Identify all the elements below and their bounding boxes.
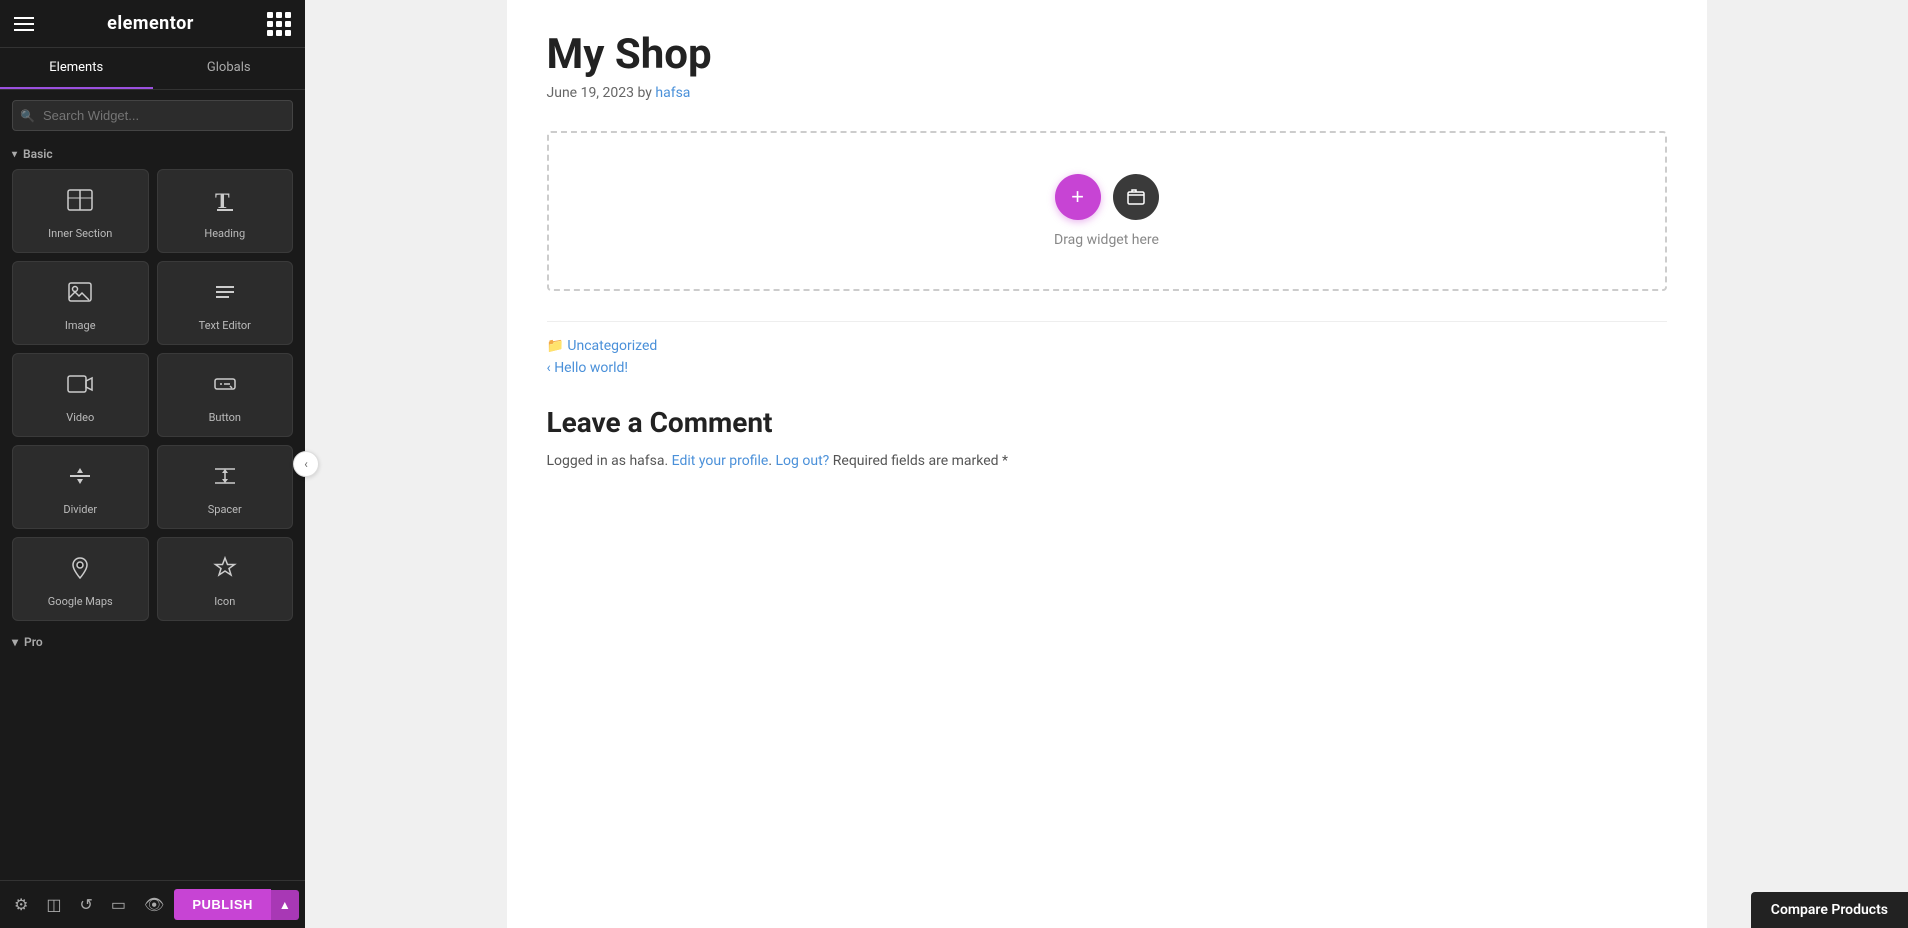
pro-section-arrow-icon: ▾ xyxy=(12,635,18,649)
post-category: 📁 Uncategorized xyxy=(547,338,1667,354)
widget-spacer-label: Spacer xyxy=(208,503,242,516)
inner-section-icon xyxy=(66,186,94,219)
add-template-button[interactable] xyxy=(1113,174,1159,220)
panel-collapse-handle[interactable]: ‹ xyxy=(293,451,319,477)
tab-elements[interactable]: Elements xyxy=(0,48,153,89)
image-icon xyxy=(66,278,94,311)
elementor-panel: elementor Elements Globals ▾ Basic xyxy=(0,0,305,928)
widget-divider[interactable]: Divider xyxy=(12,445,149,529)
widget-image-label: Image xyxy=(65,319,96,332)
edit-profile-link[interactable]: Edit your profile xyxy=(672,453,769,469)
responsive-icon[interactable]: ▭ xyxy=(107,891,130,918)
widget-button[interactable]: Button xyxy=(157,353,294,437)
widget-google-maps[interactable]: Google Maps xyxy=(12,537,149,621)
drop-zone[interactable]: + Drag widget here xyxy=(547,131,1667,291)
comments-section: Leave a Comment Logged in as hafsa. Edit… xyxy=(547,406,1667,469)
drop-hint-text: Drag widget here xyxy=(1054,232,1159,248)
logout-link[interactable]: Log out? xyxy=(776,453,830,469)
prev-post-link[interactable]: Hello world! xyxy=(547,360,629,376)
panel-tabs: Elements Globals xyxy=(0,48,305,90)
compare-products-bar[interactable]: Compare Products xyxy=(1751,892,1908,928)
category-link[interactable]: Uncategorized xyxy=(567,338,657,354)
preview-icon[interactable]: 👁 xyxy=(140,891,168,918)
publish-button[interactable]: PUBLISH xyxy=(174,889,271,920)
widget-divider-label: Divider xyxy=(63,503,97,516)
grid-icon[interactable] xyxy=(267,12,291,36)
post-title: My Shop xyxy=(547,30,1667,79)
widget-icon[interactable]: Icon xyxy=(157,537,294,621)
section-arrow-icon: ▾ xyxy=(12,149,17,160)
divider-icon xyxy=(66,462,94,495)
panel-bottom-bar: ⚙ ◫ ↺ ▭ 👁 PUBLISH ▲ xyxy=(0,880,305,928)
drop-zone-buttons: + xyxy=(1055,174,1159,220)
icon-widget-icon xyxy=(211,554,239,587)
bottom-icons: ⚙ ◫ ↺ ▭ 👁 xyxy=(10,891,168,918)
settings-icon[interactable]: ⚙ xyxy=(10,891,32,918)
widget-google-maps-label: Google Maps xyxy=(48,595,113,608)
post-author-link[interactable]: hafsa xyxy=(655,85,690,101)
heading-icon: T xyxy=(211,186,239,219)
post-meta: June 19, 2023 by hafsa xyxy=(547,85,1667,101)
search-area xyxy=(0,90,305,141)
post-date: June 19, 2023 by xyxy=(547,85,652,101)
add-widget-button[interactable]: + xyxy=(1055,174,1101,220)
widget-text-editor[interactable]: Text Editor xyxy=(157,261,294,345)
widget-button-label: Button xyxy=(209,411,241,424)
text-editor-icon xyxy=(211,278,239,311)
widget-inner-section[interactable]: Inner Section xyxy=(12,169,149,253)
widget-grid: Inner Section T Heading Image xyxy=(0,169,305,629)
pro-section-label: ▾ Pro xyxy=(0,629,305,653)
panel-topbar: elementor xyxy=(0,0,305,48)
widget-video-label: Video xyxy=(66,411,94,424)
publish-chevron-button[interactable]: ▲ xyxy=(271,890,299,920)
basic-section-label: ▾ Basic xyxy=(0,141,305,169)
widget-text-editor-label: Text Editor xyxy=(199,319,251,332)
hamburger-icon[interactable] xyxy=(14,17,34,31)
layers-icon[interactable]: ◫ xyxy=(42,891,65,918)
button-icon xyxy=(211,370,239,403)
widget-icon-label: Icon xyxy=(214,595,235,608)
widget-spacer[interactable]: Spacer xyxy=(157,445,294,529)
video-icon xyxy=(66,370,94,403)
category-icon: 📁 xyxy=(547,338,564,354)
publish-button-group: PUBLISH ▲ xyxy=(174,889,298,920)
search-input[interactable] xyxy=(12,100,293,131)
elementor-logo: elementor xyxy=(107,13,194,34)
widget-inner-section-label: Inner Section xyxy=(48,227,112,240)
history-icon[interactable]: ↺ xyxy=(75,891,96,918)
page-wrapper: My Shop June 19, 2023 by hafsa + Drag wi… xyxy=(507,0,1707,928)
required-marker: * xyxy=(1002,453,1008,469)
widget-heading[interactable]: T Heading xyxy=(157,169,294,253)
content-area: My Shop June 19, 2023 by hafsa + Drag wi… xyxy=(305,0,1908,928)
widget-heading-label: Heading xyxy=(204,227,245,240)
post-footer: 📁 Uncategorized Hello world! xyxy=(547,321,1667,376)
tab-globals[interactable]: Globals xyxy=(153,48,306,89)
widget-video[interactable]: Video xyxy=(12,353,149,437)
spacer-icon xyxy=(211,462,239,495)
logged-in-text: Logged in as hafsa. Edit your profile. L… xyxy=(547,453,1667,469)
google-maps-icon xyxy=(66,554,94,587)
comments-title: Leave a Comment xyxy=(547,406,1667,439)
widget-image[interactable]: Image xyxy=(12,261,149,345)
